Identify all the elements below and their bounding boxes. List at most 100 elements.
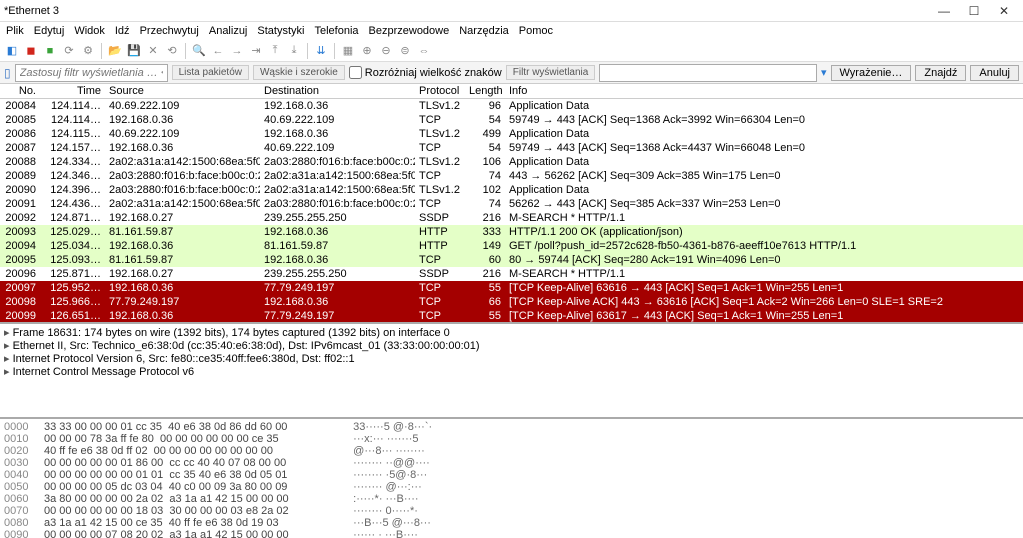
resize-icon[interactable]: ⇔ bbox=[416, 43, 432, 59]
cell-time: 124.157… bbox=[40, 141, 105, 155]
interfaces-icon[interactable]: ◧ bbox=[4, 43, 20, 59]
prev-icon[interactable]: ← bbox=[210, 43, 226, 59]
packet-row[interactable]: 20090124.396…2a03:2880:f016:b:face:b00c:… bbox=[0, 183, 1023, 197]
case-checkbox[interactable] bbox=[349, 66, 362, 79]
cell-time: 124.871… bbox=[40, 211, 105, 225]
open-icon[interactable]: 📂 bbox=[107, 43, 123, 59]
detail-line[interactable]: Ethernet II, Src: Technico_e6:38:0d (cc:… bbox=[4, 339, 1019, 352]
cell-proto: SSDP bbox=[415, 267, 465, 281]
goto-icon[interactable]: ⇥ bbox=[248, 43, 264, 59]
save-icon[interactable]: 💾 bbox=[126, 43, 142, 59]
menu-edytuj[interactable]: Edytuj bbox=[34, 25, 65, 37]
col-source[interactable]: Source bbox=[105, 84, 260, 98]
colorize-icon[interactable]: ▦ bbox=[340, 43, 356, 59]
zoom-out-icon[interactable]: ⊖ bbox=[378, 43, 394, 59]
packet-row[interactable]: 20084124.114…40.69.222.109192.168.0.36TL… bbox=[0, 99, 1023, 113]
zoom-reset-icon[interactable]: ⊜ bbox=[397, 43, 413, 59]
packet-row[interactable]: 20098125.966…77.79.249.197192.168.0.36TC… bbox=[0, 295, 1023, 309]
col-info[interactable]: Info bbox=[505, 84, 1023, 98]
hex-row[interactable]: 004000 00 00 00 00 00 01 01 cc 35 40 e6 … bbox=[4, 469, 1019, 481]
first-icon[interactable]: ⤒ bbox=[267, 43, 283, 59]
hex-row[interactable]: 009000 00 00 00 07 08 20 02 a3 1a a1 42 … bbox=[4, 529, 1019, 538]
find-icon[interactable]: 🔍 bbox=[191, 43, 207, 59]
restart-icon[interactable]: ⟳ bbox=[61, 43, 77, 59]
hex-row[interactable]: 001000 00 00 78 3a ff fe 80 00 00 00 00 … bbox=[4, 433, 1019, 445]
start-capture-icon[interactable]: ◼ bbox=[23, 43, 39, 59]
cell-dst: 192.168.0.36 bbox=[260, 127, 415, 141]
toolbar-separator bbox=[185, 43, 186, 59]
menu-pomoc[interactable]: Pomoc bbox=[519, 25, 553, 37]
packet-row[interactable]: 20091124.436…2a02:a31a:a142:1500:68ea:5f… bbox=[0, 197, 1023, 211]
menu-statystyki[interactable]: Statystyki bbox=[257, 25, 304, 37]
packet-bytes[interactable]: 000033 33 00 00 00 01 cc 35 40 e6 38 0d … bbox=[0, 419, 1023, 538]
menu-idź[interactable]: Idź bbox=[115, 25, 130, 37]
packet-list[interactable]: No. Time Source Destination Protocol Len… bbox=[0, 84, 1023, 324]
stop-capture-icon[interactable]: ■ bbox=[42, 43, 58, 59]
col-destination[interactable]: Destination bbox=[260, 84, 415, 98]
menu-analizuj[interactable]: Analizuj bbox=[209, 25, 248, 37]
detail-line[interactable]: Internet Control Message Protocol v6 bbox=[4, 365, 1019, 378]
hex-row[interactable]: 00603a 80 00 00 00 00 2a 02 a3 1a a1 42 … bbox=[4, 493, 1019, 505]
packet-row[interactable]: 20094125.034…192.168.0.3681.161.59.87HTT… bbox=[0, 239, 1023, 253]
minimize-button[interactable]: — bbox=[929, 4, 959, 18]
close-button[interactable]: ✕ bbox=[989, 4, 1019, 18]
cell-src: 40.69.222.109 bbox=[105, 127, 260, 141]
next-icon[interactable]: → bbox=[229, 43, 245, 59]
menu-narzędzia[interactable]: Narzędzia bbox=[459, 25, 509, 37]
find-button[interactable]: Znajdź bbox=[915, 65, 966, 81]
expression-button[interactable]: Wyrażenie… bbox=[831, 65, 912, 81]
cell-no: 20098 bbox=[0, 295, 40, 309]
chip-packet-list[interactable]: Lista pakietów bbox=[172, 65, 249, 80]
maximize-button[interactable]: ☐ bbox=[959, 4, 989, 18]
col-time[interactable]: Time bbox=[40, 84, 105, 98]
bookmark-icon[interactable]: ▯ bbox=[4, 66, 11, 80]
hex-row[interactable]: 003000 00 00 00 00 01 86 00 cc cc 40 40 … bbox=[4, 457, 1019, 469]
packet-row[interactable]: 20089124.346…2a03:2880:f016:b:face:b00c:… bbox=[0, 169, 1023, 183]
packet-row[interactable]: 20087124.157…192.168.0.3640.69.222.109TC… bbox=[0, 141, 1023, 155]
hex-row[interactable]: 005000 00 00 00 05 dc 03 04 40 c0 00 09 … bbox=[4, 481, 1019, 493]
menu-telefonia[interactable]: Telefonia bbox=[314, 25, 358, 37]
menu-przechwytuj[interactable]: Przechwytuj bbox=[140, 25, 199, 37]
detail-line[interactable]: Internet Protocol Version 6, Src: fe80::… bbox=[4, 352, 1019, 365]
cell-no: 20099 bbox=[0, 309, 40, 323]
col-protocol[interactable]: Protocol bbox=[415, 84, 465, 98]
packet-row[interactable]: 20088124.334…2a02:a31a:a142:1500:68ea:5f… bbox=[0, 155, 1023, 169]
packet-details[interactable]: Frame 18631: 174 bytes on wire (1392 bit… bbox=[0, 324, 1023, 419]
col-length[interactable]: Length bbox=[465, 84, 505, 98]
display-filter-input[interactable] bbox=[15, 64, 168, 82]
packet-row[interactable]: 20097125.952…192.168.0.3677.79.249.197TC… bbox=[0, 281, 1023, 295]
reload-icon[interactable]: ⟲ bbox=[164, 43, 180, 59]
search-input[interactable] bbox=[599, 64, 817, 82]
packet-row[interactable]: 20086124.115…40.69.222.109192.168.0.36TL… bbox=[0, 127, 1023, 141]
cancel-button[interactable]: Anuluj bbox=[970, 65, 1019, 81]
last-icon[interactable]: ⤓ bbox=[286, 43, 302, 59]
cell-len: 54 bbox=[465, 113, 505, 127]
cell-time: 124.436… bbox=[40, 197, 105, 211]
case-sensitive-toggle[interactable]: Rozróżniaj wielkość znaków bbox=[349, 66, 502, 79]
hex-row[interactable]: 000033 33 00 00 00 01 cc 35 40 e6 38 0d … bbox=[4, 421, 1019, 433]
zoom-in-icon[interactable]: ⊕ bbox=[359, 43, 375, 59]
packet-row[interactable]: 20099126.651…192.168.0.3677.79.249.197TC… bbox=[0, 309, 1023, 323]
detail-line[interactable]: Frame 18631: 174 bytes on wire (1392 bit… bbox=[4, 326, 1019, 339]
packet-row[interactable]: 20092124.871…192.168.0.27239.255.255.250… bbox=[0, 211, 1023, 225]
packet-list-header: No. Time Source Destination Protocol Len… bbox=[0, 84, 1023, 99]
packet-row[interactable]: 20095125.093…81.161.59.87192.168.0.36TCP… bbox=[0, 253, 1023, 267]
hex-row[interactable]: 0080a3 1a a1 42 15 00 ce 35 40 ff fe e6 … bbox=[4, 517, 1019, 529]
menu-bezprzewodowe[interactable]: Bezprzewodowe bbox=[369, 25, 450, 37]
menu-plik[interactable]: Plik bbox=[6, 25, 24, 37]
cell-proto: TCP bbox=[415, 169, 465, 183]
dropdown-icon[interactable]: ▾ bbox=[821, 66, 827, 79]
options-icon[interactable]: ⚙ bbox=[80, 43, 96, 59]
hex-row[interactable]: 002040 ff fe e6 38 0d ff 02 00 00 00 00 … bbox=[4, 445, 1019, 457]
packet-row[interactable]: 20096125.871…192.168.0.27239.255.255.250… bbox=[0, 267, 1023, 281]
packet-row[interactable]: 20085124.114…192.168.0.3640.69.222.109TC… bbox=[0, 113, 1023, 127]
close-icon[interactable]: ✕ bbox=[145, 43, 161, 59]
hex-row[interactable]: 007000 00 00 00 00 00 18 03 30 00 00 00 … bbox=[4, 505, 1019, 517]
col-no[interactable]: No. bbox=[0, 84, 40, 98]
autoscroll-icon[interactable]: ⇊ bbox=[313, 43, 329, 59]
chip-filter-mode[interactable]: Filtr wyświetlania bbox=[506, 65, 596, 80]
packet-row[interactable]: 20093125.029…81.161.59.87192.168.0.36HTT… bbox=[0, 225, 1023, 239]
chip-encoding[interactable]: Wąskie i szerokie bbox=[253, 65, 345, 80]
menu-widok[interactable]: Widok bbox=[74, 25, 105, 37]
cell-time: 124.114… bbox=[40, 113, 105, 127]
